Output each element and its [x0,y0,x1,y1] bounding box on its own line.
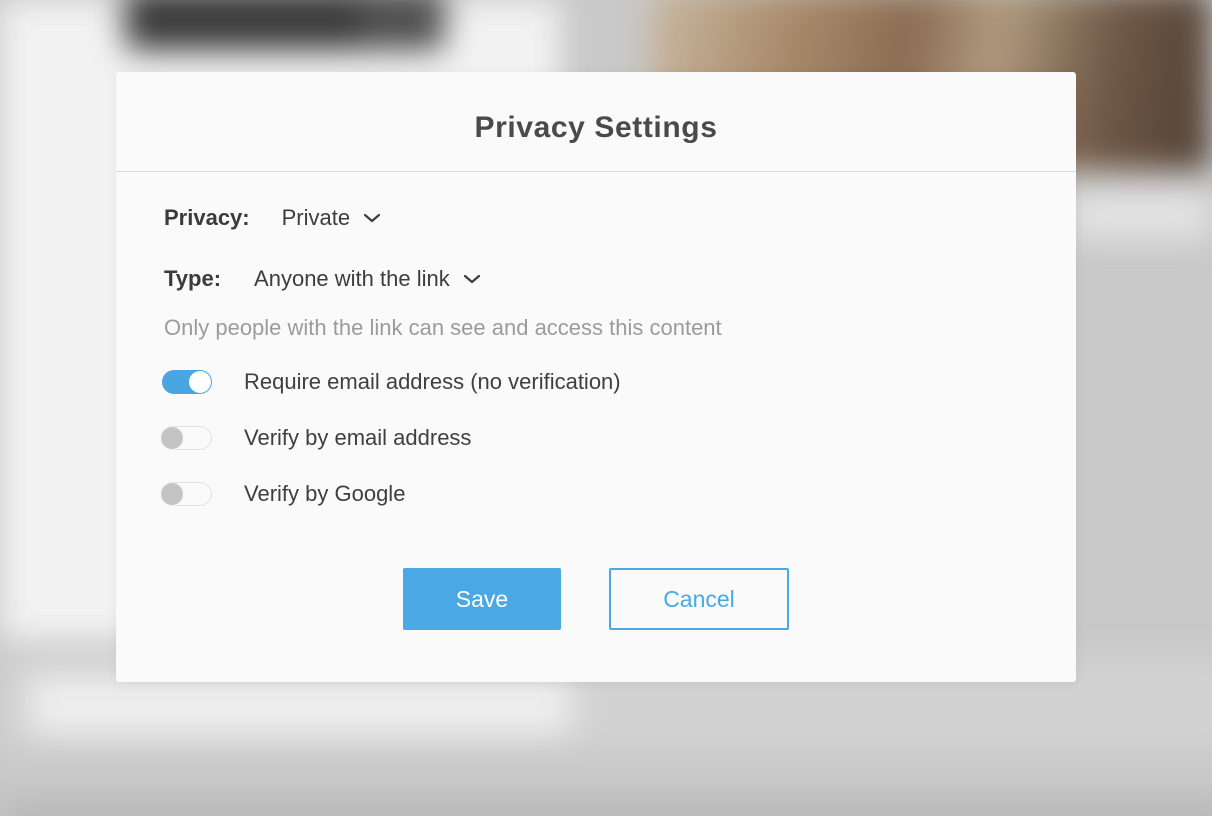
cancel-button[interactable]: Cancel [609,568,789,630]
dialog-title: Privacy Settings [474,110,718,144]
privacy-select-value: Private [281,205,351,230]
background-bottom-edge [0,800,1212,816]
type-select-value: Anyone with the link [254,266,450,291]
type-description: Only people with the link can see and ac… [164,315,722,340]
verify-email-toggle[interactable] [161,426,212,450]
save-button[interactable]: Save [403,568,561,630]
option-verify-email: Verify by email address [161,425,472,451]
dialog-header: Privacy Settings [116,72,1076,172]
privacy-row: Privacy: Private [164,205,382,231]
toggle-knob [161,427,183,449]
verify-email-label: Verify by email address [244,425,472,450]
privacy-select[interactable]: Private [282,205,382,231]
verify-google-toggle[interactable] [161,482,212,506]
background-caption [1070,190,1210,240]
toggle-knob [189,371,211,393]
require-email-toggle[interactable] [162,370,212,394]
require-email-label: Require email address (no verification) [244,369,621,394]
chevron-down-icon [462,272,482,286]
type-row: Type: Anyone with the link [164,266,482,292]
chevron-down-icon [362,211,382,225]
type-label: Type: [164,266,222,291]
verify-google-label: Verify by Google [244,481,406,506]
privacy-label: Privacy: [164,205,250,230]
toggle-knob [161,483,183,505]
type-select[interactable]: Anyone with the link [254,266,482,292]
option-verify-google: Verify by Google [161,481,406,507]
background-footer-bar [30,675,570,735]
privacy-settings-dialog: Privacy Settings Privacy: Private Type: … [116,72,1076,682]
background-button-secondary [360,0,445,50]
option-require-email: Require email address (no verification) [162,369,621,395]
